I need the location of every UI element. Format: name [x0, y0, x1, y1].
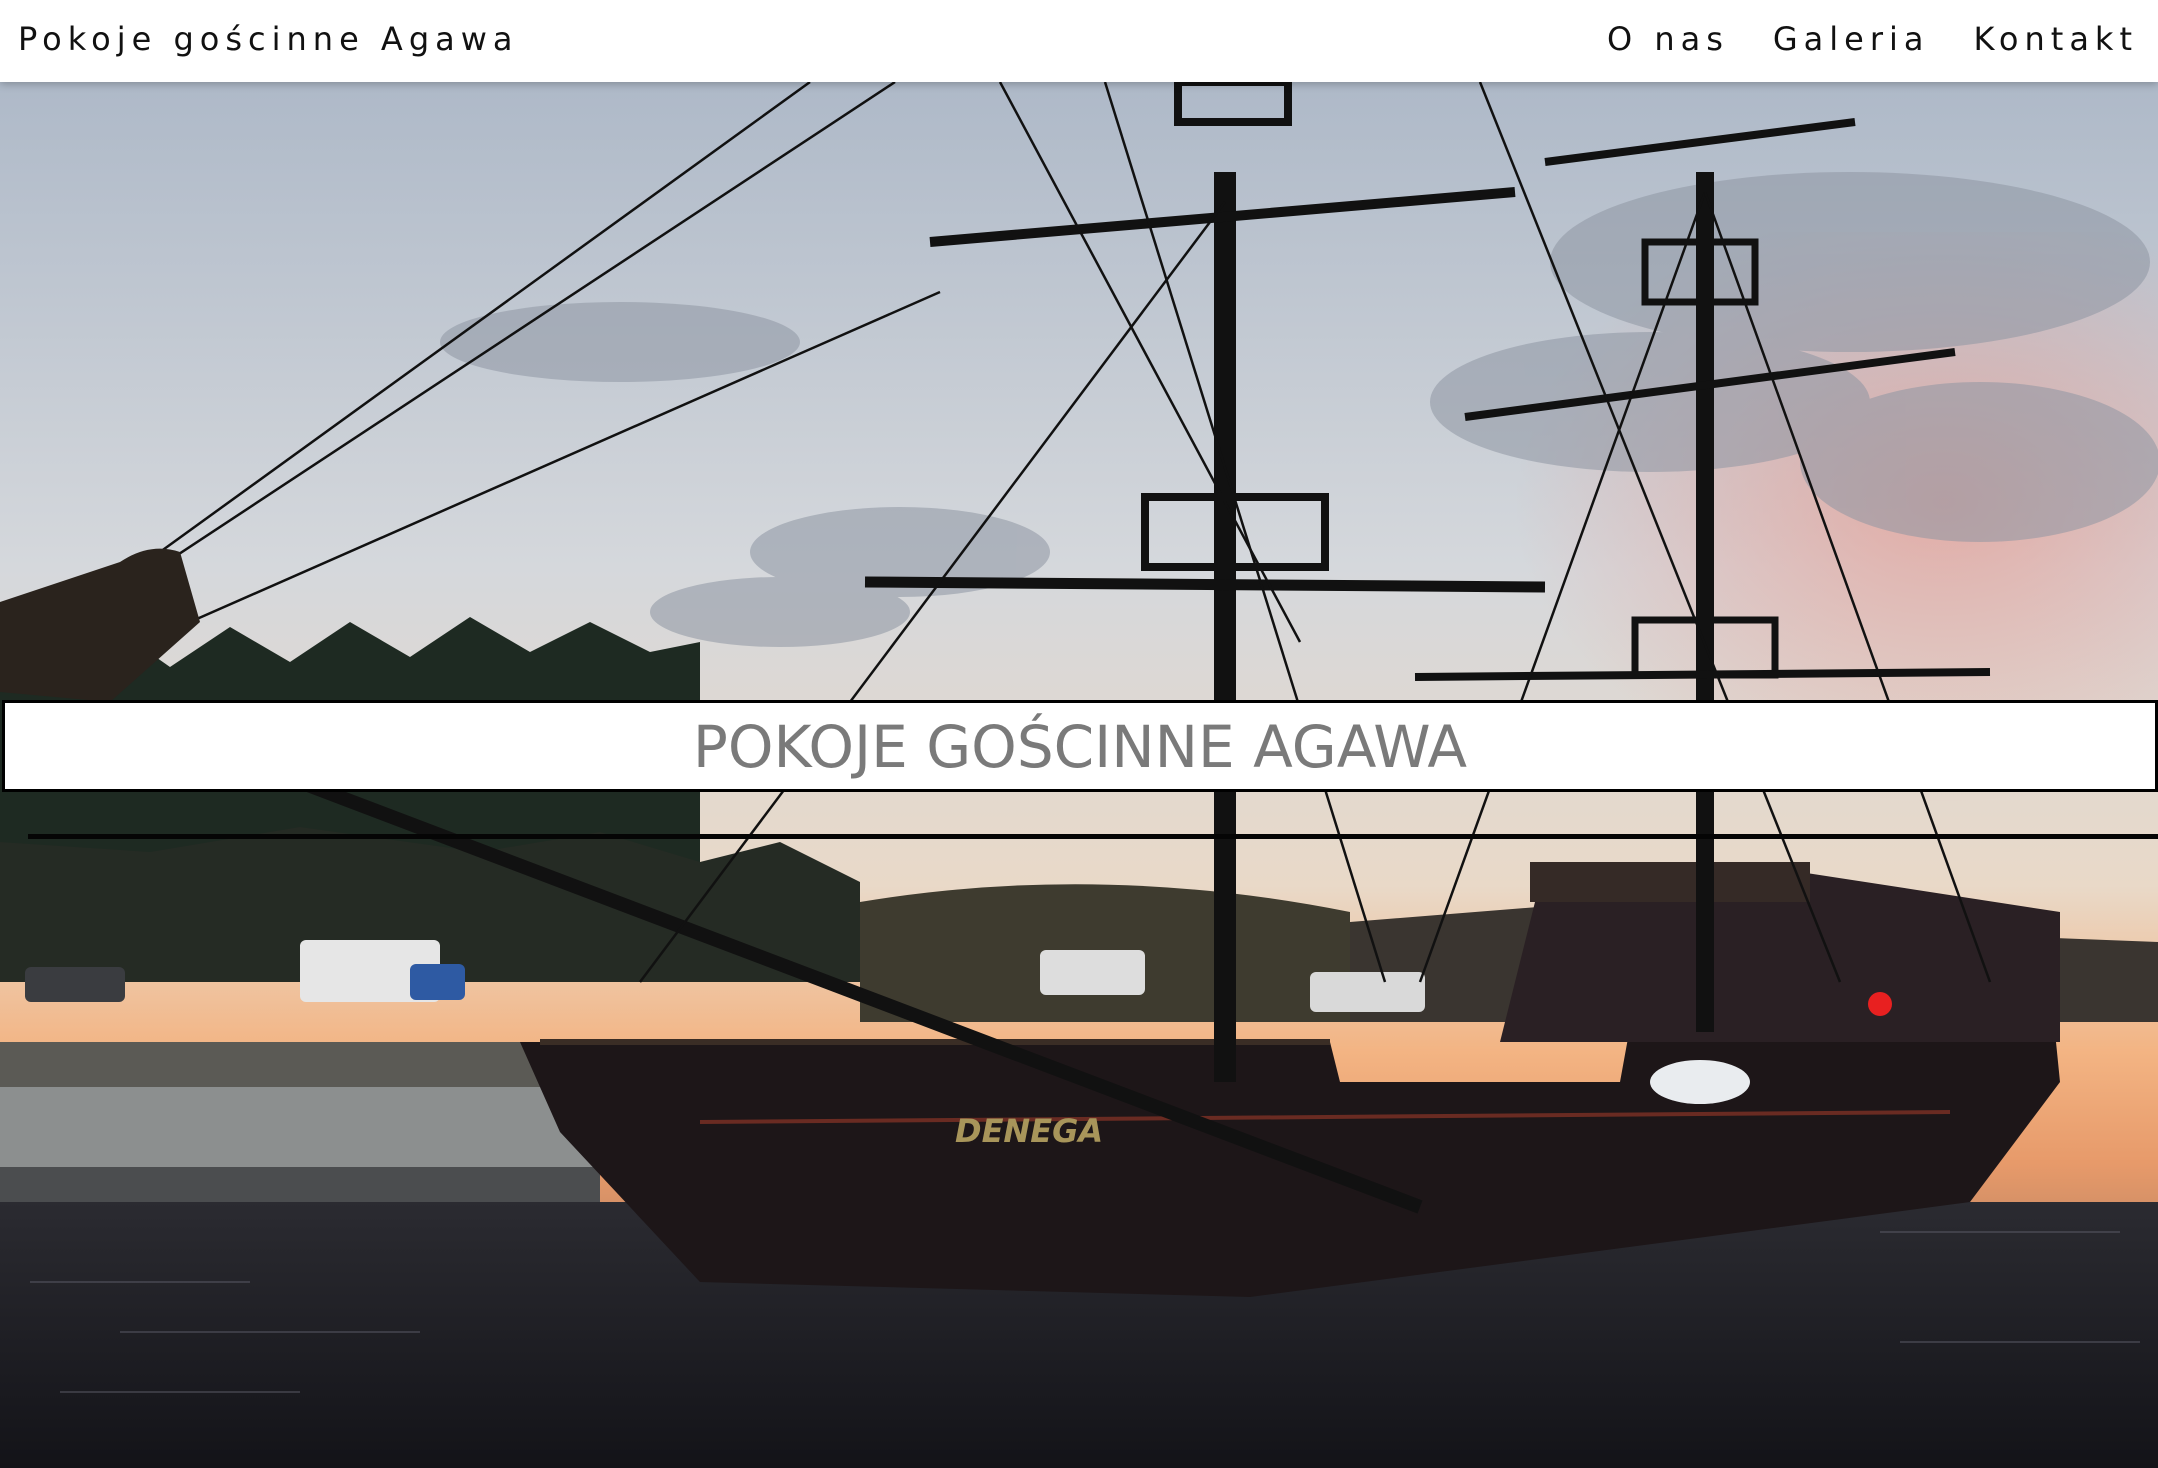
- main-nav: O nas Galeria Kontakt: [1607, 20, 2138, 58]
- nav-link-gallery[interactable]: Galeria: [1773, 20, 1930, 58]
- nav-link-about[interactable]: O nas: [1607, 20, 1729, 58]
- site-header: Pokoje gościnne Agawa O nas Galeria Kont…: [0, 0, 2158, 82]
- nav-link-contact[interactable]: Kontakt: [1974, 20, 2138, 58]
- site-brand[interactable]: Pokoje gościnne Agawa: [18, 20, 519, 58]
- hero-title-banner: POKOJE GOŚCINNE AGAWA: [2, 700, 2158, 792]
- hero-title: POKOJE GOŚCINNE AGAWA: [692, 713, 1468, 781]
- divider: [28, 834, 2158, 839]
- ship-name-label: DENEGA: [955, 1112, 1103, 1150]
